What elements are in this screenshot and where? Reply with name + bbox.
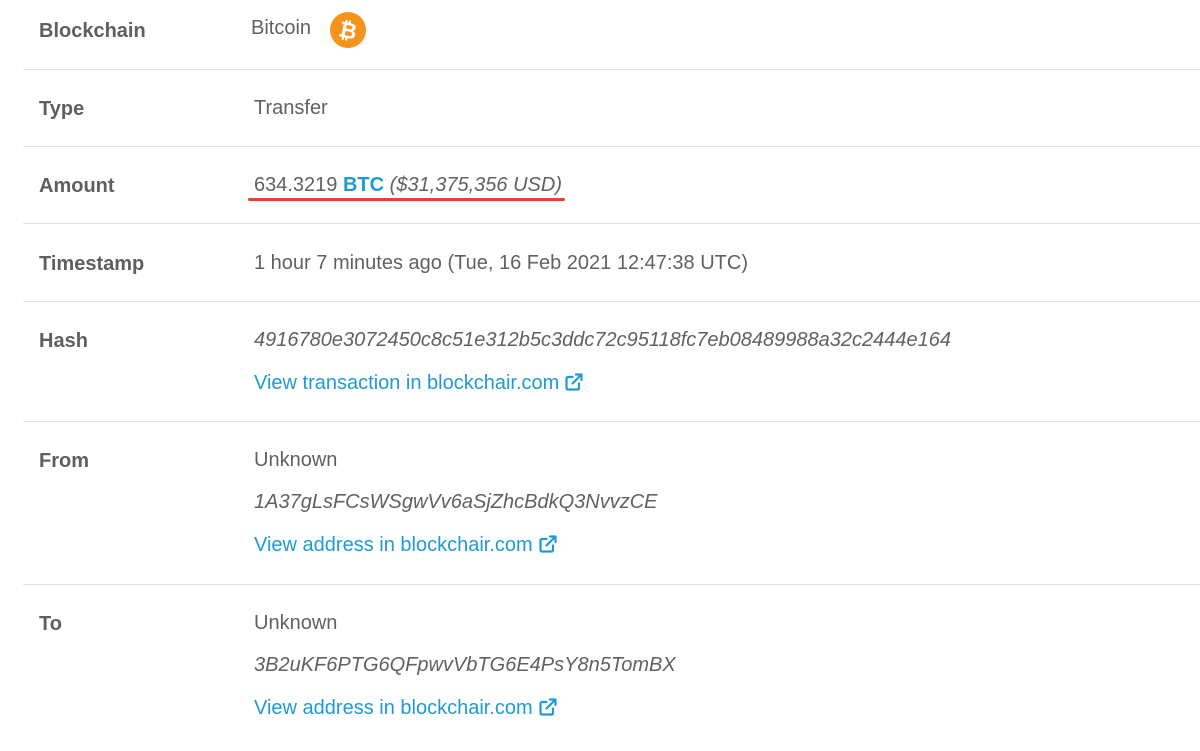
amount-value: 634.3219 BTC ($31,375,356 USD)	[254, 173, 562, 197]
blockchain-value: Bitcoin	[251, 17, 312, 39]
to-owner: Unknown	[254, 612, 338, 634]
type-label: Type	[39, 98, 85, 120]
amount-ticker: BTC	[342, 174, 385, 196]
hash-label: Hash	[39, 330, 88, 352]
from-label: From	[39, 450, 89, 472]
row-hash: Hash 4916780e3072450c8c51e312b5c3ddc72c9…	[23, 301, 1200, 422]
from-owner: Unknown	[254, 449, 338, 471]
from-address: 1A37gLsFCsWSgwVv6aSjZhcBdkQ3NvvzCE	[254, 491, 658, 513]
row-to: To Unknown 3B2uKF6PTG6QFpwvVbTG6E4PsY8n5…	[23, 584, 1200, 751]
view-from-address-link-text[interactable]: View address in blockchair.com	[254, 534, 533, 556]
row-amount: Amount 634.3219 BTC ($31,375,356 USD)	[23, 146, 1200, 224]
timestamp-label: Timestamp	[39, 253, 145, 275]
view-transaction-link-text[interactable]: View transaction in blockchair.com	[254, 372, 559, 394]
view-to-address-link-text[interactable]: View address in blockchair.com	[254, 697, 533, 719]
timestamp-value: 1 hour 7 minutes ago (Tue, 16 Feb 2021 1…	[254, 252, 748, 274]
amount-quantity: 634.3219	[254, 174, 338, 196]
to-label: To	[39, 613, 62, 635]
row-blockchain: Blockchain Bitcoin ₿	[23, 0, 1200, 70]
amount-highlight-underline	[248, 198, 565, 201]
view-from-address-link[interactable]: View address in blockchair.com	[254, 533, 558, 557]
external-link-icon[interactable]	[564, 372, 584, 392]
view-transaction-link[interactable]: View transaction in blockchair.com	[254, 371, 584, 395]
row-from: From Unknown 1A37gLsFCsWSgwVv6aSjZhcBdkQ…	[23, 421, 1200, 585]
bitcoin-icon: ₿	[330, 12, 366, 48]
amount-usd: ($31,375,356 USD)	[389, 174, 562, 196]
transaction-hash: 4916780e3072450c8c51e312b5c3ddc72c95118f…	[254, 329, 951, 351]
blockchain-label: Blockchain	[39, 20, 146, 42]
view-to-address-link[interactable]: View address in blockchair.com	[254, 696, 558, 720]
amount-label: Amount	[39, 175, 115, 197]
transaction-details: Blockchain Bitcoin ₿ Type Transfer Amoun…	[23, 0, 1200, 751]
row-timestamp: Timestamp 1 hour 7 minutes ago (Tue, 16 …	[23, 223, 1200, 302]
to-address: 3B2uKF6PTG6QFpwvVbTG6E4PsY8n5TomBX	[254, 654, 676, 676]
type-value: Transfer	[254, 97, 328, 119]
external-link-icon[interactable]	[538, 534, 558, 554]
external-link-icon[interactable]	[538, 697, 558, 717]
row-type: Type Transfer	[23, 69, 1200, 147]
